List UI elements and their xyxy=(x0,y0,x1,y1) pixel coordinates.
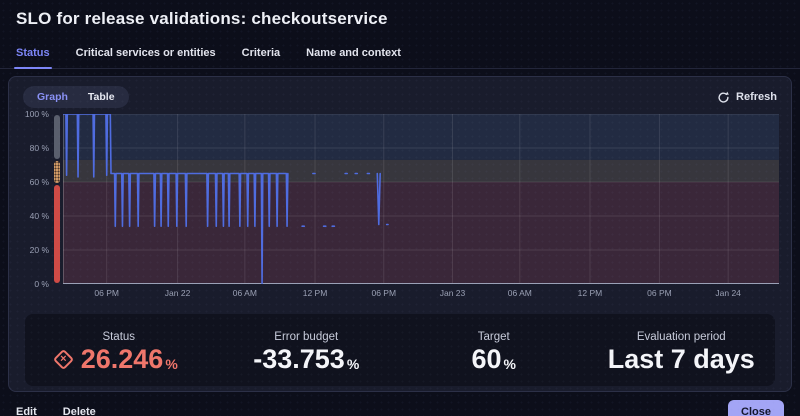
refresh-label: Refresh xyxy=(736,91,777,103)
y-tick-label: 20 % xyxy=(29,245,49,255)
tab-bar: Status Critical services or entities Cri… xyxy=(0,35,800,69)
y-tick-label: 60 % xyxy=(29,177,49,187)
delete-button[interactable]: Delete xyxy=(63,406,96,416)
x-tick-label: 06 PM xyxy=(94,288,119,298)
chart-toolbar: Graph Table Refresh xyxy=(9,77,791,112)
graph-view-button[interactable]: Graph xyxy=(29,89,76,105)
stat-status-value: × 26.246% xyxy=(52,346,178,373)
tab-name-and-context[interactable]: Name and context xyxy=(306,43,401,68)
y-tick-label: 40 % xyxy=(29,211,49,221)
x-tick-label: 06 PM xyxy=(647,288,672,298)
x-tick-label: 12 PM xyxy=(577,288,603,298)
tab-critical-services[interactable]: Critical services or entities xyxy=(76,43,216,68)
x-tick-label: 06 AM xyxy=(507,288,532,298)
x-tick-label: 06 AM xyxy=(232,288,257,298)
stat-evaluation-period: Evaluation period Last 7 days xyxy=(588,327,776,373)
chart-plot-area[interactable] xyxy=(63,114,779,284)
stat-status-label: Status xyxy=(102,331,136,343)
failure-diamond-x-icon: × xyxy=(52,348,74,371)
slo-status-strip xyxy=(54,114,60,284)
y-axis-labels: 100 % 80 % 60 % 40 % 20 % 0 % xyxy=(9,109,49,289)
slo-chart-svg xyxy=(63,114,779,284)
stat-evaluation-period-value: Last 7 days xyxy=(607,344,755,374)
x-tick-label: Jan 24 xyxy=(715,288,741,298)
stat-error-budget: Error budget -33.753% xyxy=(213,327,401,373)
y-tick-label: 0 % xyxy=(34,279,49,289)
tab-criteria[interactable]: Criteria xyxy=(242,43,281,68)
x-axis-labels: 06 PM Jan 22 06 AM 12 PM 06 PM Jan 23 06 AM 12 … xyxy=(63,288,779,302)
stat-status: Status × 26.246% xyxy=(25,327,213,373)
x-tick-label: Jan 22 xyxy=(164,288,191,298)
refresh-button[interactable]: Refresh xyxy=(717,91,777,104)
slo-chart: 100 % 80 % 60 % 40 % 20 % 0 % 06 PM Jan 22 06 A… xyxy=(9,109,779,306)
stat-error-budget-value: -33.753% xyxy=(253,344,360,374)
refresh-icon xyxy=(717,91,730,104)
status-strip-failure-zone xyxy=(54,184,60,283)
page-title: SLO for release validations: checkoutser… xyxy=(16,9,388,28)
stat-error-budget-label: Error budget xyxy=(274,331,339,343)
close-button[interactable]: Close xyxy=(728,400,784,416)
stat-target-label: Target xyxy=(477,331,510,343)
view-toggle: Graph Table xyxy=(23,86,129,108)
table-view-button[interactable]: Table xyxy=(80,89,123,105)
tab-status[interactable]: Status xyxy=(14,43,52,69)
status-panel: Graph Table Refresh 100 % 80 % 60 % 40 % 20 … xyxy=(8,76,792,392)
slo-summary-panel: Status × 26.246% Error budget -33.753% T… xyxy=(25,314,775,386)
status-strip-normal-zone xyxy=(54,115,60,160)
status-strip-warning-zone xyxy=(54,161,60,183)
edit-button[interactable]: Edit xyxy=(16,406,37,416)
y-tick-label: 80 % xyxy=(29,143,49,153)
footer-actions: Edit Delete Close xyxy=(16,400,784,416)
x-tick-label: Jan 23 xyxy=(439,288,466,298)
x-tick-label: 12 PM xyxy=(302,288,328,298)
y-tick-label: 100 % xyxy=(24,109,49,119)
stat-evaluation-period-label: Evaluation period xyxy=(636,331,726,343)
stat-target-value: 60% xyxy=(471,344,517,374)
x-tick-label: 06 PM xyxy=(371,288,397,298)
stat-target: Target 60% xyxy=(400,327,588,373)
